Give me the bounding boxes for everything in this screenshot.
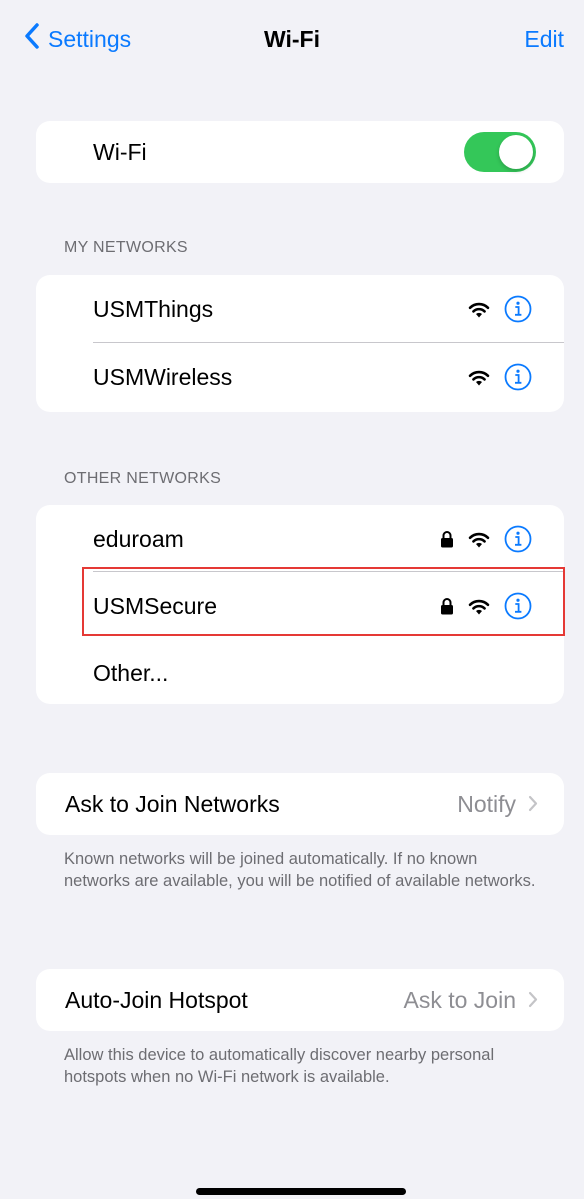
edit-button[interactable]: Edit [524, 26, 564, 53]
network-row-usmthings[interactable]: USMThings [36, 275, 564, 343]
auto-join-value-group: Ask to Join [404, 987, 539, 1014]
page-title: Wi-Fi [264, 26, 320, 52]
ask-to-join-value-group: Notify [457, 791, 538, 818]
network-name: USMWireless [93, 363, 233, 390]
home-indicator[interactable] [196, 1188, 406, 1195]
auto-join-value: Ask to Join [403, 986, 517, 1013]
toggle-knob [499, 135, 533, 169]
wifi-signal-icon [468, 301, 490, 318]
ask-to-join-footnote: Known networks will be joined automatica… [64, 850, 536, 890]
my-networks-card: USMThings USMWireless [36, 275, 564, 412]
ask-to-join-row: Ask to Join Networks Notify [36, 770, 564, 838]
highlight-box [82, 567, 565, 636]
network-row-usmwireless[interactable]: USMWireless [36, 343, 564, 411]
wifi-toggle[interactable] [464, 132, 536, 172]
other-network-row[interactable]: Other... [36, 639, 564, 707]
ask-to-join-value: Notify [457, 790, 516, 817]
ask-to-join-card[interactable]: Ask to Join Networks Notify [36, 773, 564, 835]
auto-join-card[interactable]: Auto-Join Hotspot Ask to Join [36, 969, 564, 1031]
other-networks-header: OTHER NETWORKS [64, 470, 222, 487]
chevron-right-icon [516, 987, 538, 1014]
navigation-bar: Settings Wi-Fi Edit [0, 0, 584, 80]
auto-join-label: Auto-Join Hotspot [65, 986, 248, 1013]
network-icons [468, 363, 532, 391]
wifi-toggle-card: Wi-Fi [36, 121, 564, 183]
ask-to-join-label: Ask to Join Networks [65, 790, 280, 817]
auto-join-row: Auto-Join Hotspot Ask to Join [36, 966, 564, 1034]
auto-join-footnote: Allow this device to automatically disco… [64, 1046, 495, 1086]
my-networks-header: MY NETWORKS [64, 239, 188, 256]
info-icon[interactable] [504, 525, 532, 553]
wifi-signal-icon [468, 531, 490, 548]
network-row-eduroam[interactable]: eduroam [36, 505, 564, 573]
network-name: eduroam [93, 525, 184, 552]
wifi-signal-icon [468, 369, 490, 386]
other-network-label: Other... [93, 659, 169, 686]
network-icons [468, 295, 532, 323]
info-icon[interactable] [504, 363, 532, 391]
lock-icon [440, 530, 454, 548]
network-icons [440, 525, 532, 553]
chevron-right-icon [516, 791, 538, 818]
wifi-label: Wi-Fi [93, 138, 147, 165]
info-icon[interactable] [504, 295, 532, 323]
network-name: USMThings [93, 295, 214, 322]
